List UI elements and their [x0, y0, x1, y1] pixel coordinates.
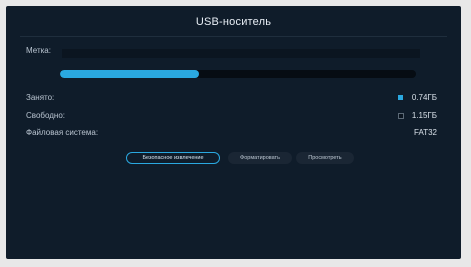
title-divider: [20, 36, 447, 37]
storage-usage-fill: [60, 70, 199, 78]
browse-button[interactable]: Просмотреть: [296, 152, 354, 164]
used-caption: Занято:: [26, 93, 55, 102]
label-caption: Метка:: [26, 46, 51, 55]
storage-usage-bar: [60, 70, 416, 78]
used-legend-icon: [398, 95, 403, 100]
fs-caption: Файловая система:: [26, 128, 99, 137]
dialog-title: USB-носитель: [195, 16, 272, 28]
safe-eject-button[interactable]: Безопасное извлечение: [126, 152, 220, 164]
used-value: 0.74ГБ: [411, 93, 437, 102]
format-button[interactable]: Форматировать: [228, 152, 292, 164]
label-field[interactable]: [62, 49, 420, 58]
free-legend-icon: [398, 113, 404, 119]
fs-value: FAT32: [414, 128, 437, 137]
free-caption: Свободно:: [26, 111, 65, 120]
free-value: 1.15ГБ: [411, 111, 437, 120]
usb-storage-dialog: USB-носитель Метка: Занято: 0.74ГБ Свобо…: [6, 6, 461, 259]
